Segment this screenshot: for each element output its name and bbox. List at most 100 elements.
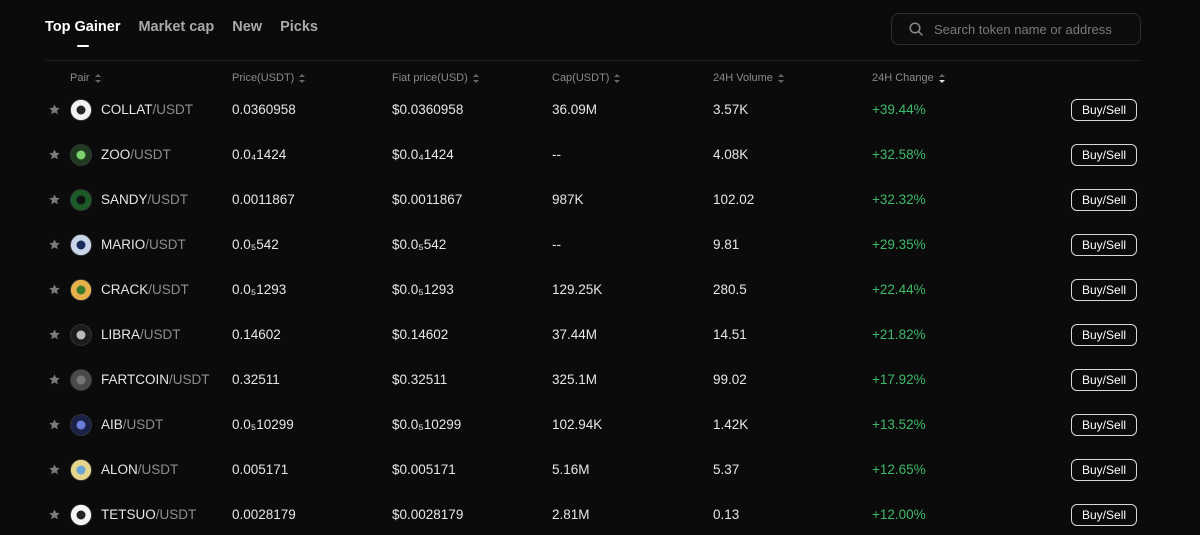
fiat-price-usd: $0.005171 — [392, 462, 456, 477]
favorite-star-icon[interactable] — [48, 222, 64, 267]
market-cap: 129.25K — [552, 282, 603, 297]
column-header-fiat-price[interactable]: Fiat price(USD) — [392, 72, 479, 84]
buy-sell-button[interactable]: Buy/Sell — [1071, 458, 1138, 481]
buy-sell-button[interactable]: Buy/Sell — [1071, 413, 1138, 436]
buy-sell-button[interactable]: Buy/Sell — [1071, 188, 1138, 211]
action-cell: Buy/Sell — [1071, 87, 1138, 132]
table-row[interactable]: SANDY/USDT 0.0011867 $0.0011867 987K 102.02 +… — [0, 177, 1200, 222]
table-row[interactable]: COLLAT/USDT 0.0360958 $0.0360958 36.09M 3.57… — [0, 87, 1200, 132]
buy-sell-button[interactable]: Buy/Sell — [1071, 323, 1138, 346]
favorite-star-icon[interactable] — [48, 357, 64, 402]
search-icon — [909, 22, 923, 36]
column-header-pair[interactable]: Pair — [70, 72, 101, 84]
change-24h: +39.44% — [872, 102, 926, 117]
search-input[interactable] — [932, 20, 1136, 38]
sort-icon — [94, 73, 101, 83]
market-cap: 5.16M — [552, 462, 590, 477]
table-row[interactable]: CRACK/USDT 0.0₅1293 $0.0₅1293 129.25K 280.5 +… — [0, 267, 1200, 312]
action-cell: Buy/Sell — [1071, 492, 1138, 535]
table-row[interactable]: ALON/USDT 0.005171 $0.005171 5.16M 5.37 +12.6… — [0, 447, 1200, 492]
sort-desc-icon — [938, 73, 945, 83]
pair-name[interactable]: TETSUO/USDT — [101, 492, 196, 535]
sort-icon — [472, 73, 479, 83]
action-cell: Buy/Sell — [1071, 402, 1138, 447]
fiat-price-usd: $0.0₅542 — [392, 237, 447, 252]
column-header-price[interactable]: Price(USDT) — [232, 72, 306, 84]
table-row[interactable]: LIBRA/USDT 0.14602 $0.14602 37.44M 14.51 +21.… — [0, 312, 1200, 357]
pair-name[interactable]: ALON/USDT — [101, 447, 178, 492]
change-24h: +22.44% — [872, 282, 926, 297]
fiat-price-usd: $0.0₅10299 — [392, 417, 462, 432]
favorite-star-icon[interactable] — [48, 267, 64, 312]
favorite-star-icon[interactable] — [48, 492, 64, 535]
quote-symbol: /USDT — [137, 462, 179, 477]
sandy-token-icon — [70, 177, 92, 222]
tab-market-cap[interactable]: Market cap — [138, 19, 214, 41]
pair-name[interactable]: COLLAT/USDT — [101, 87, 193, 132]
tab-new[interactable]: New — [232, 19, 262, 41]
buy-sell-button[interactable]: Buy/Sell — [1071, 368, 1138, 391]
pair-name[interactable]: FARTCOIN/USDT — [101, 357, 210, 402]
volume-24h: 102.02 — [713, 192, 755, 207]
aib-token-icon — [70, 402, 92, 447]
change-24h: +29.35% — [872, 237, 926, 252]
buy-sell-button[interactable]: Buy/Sell — [1071, 503, 1138, 526]
volume-24h: 99.02 — [713, 372, 747, 387]
fiat-price-usd: $0.0011867 — [392, 192, 463, 207]
favorite-star-icon[interactable] — [48, 132, 64, 177]
pair-name[interactable]: SANDY/USDT — [101, 177, 188, 222]
action-cell: Buy/Sell — [1071, 132, 1138, 177]
change-24h: +13.52% — [872, 417, 926, 432]
column-label-cap: Cap(USDT) — [552, 72, 610, 84]
table-row[interactable]: TETSUO/USDT 0.0028179 $0.0028179 2.81M 0.13 +… — [0, 492, 1200, 535]
favorite-star-icon[interactable] — [48, 177, 64, 222]
table-row[interactable]: MARIO/USDT 0.0₅542 $0.0₅542 -- 9.81 +29.35% Bu… — [0, 222, 1200, 267]
table-row[interactable]: ZOO/USDT 0.0₄1424 $0.0₄1424 -- 4.08K +32.58% B… — [0, 132, 1200, 177]
quote-symbol: /USDT — [148, 282, 189, 297]
buy-sell-button[interactable]: Buy/Sell — [1071, 233, 1138, 256]
pair-name[interactable]: CRACK/USDT — [101, 267, 189, 312]
pair-name[interactable]: LIBRA/USDT — [101, 312, 181, 357]
fiat-price-usd: $0.0028179 — [392, 507, 464, 522]
pair-name[interactable]: AIB/USDT — [101, 402, 163, 447]
buy-sell-button[interactable]: Buy/Sell — [1071, 278, 1138, 301]
favorite-star-icon[interactable] — [48, 447, 64, 492]
quote-symbol: /USDT — [140, 327, 181, 342]
tab-top-gainer[interactable]: Top Gainer — [45, 19, 120, 41]
quote-symbol: /USDT — [152, 102, 194, 117]
favorite-star-icon[interactable] — [48, 312, 64, 357]
column-label-pair: Pair — [70, 72, 90, 84]
action-cell: Buy/Sell — [1071, 312, 1138, 357]
price-usdt: 0.0₅1293 — [232, 282, 287, 297]
buy-sell-button[interactable]: Buy/Sell — [1071, 143, 1138, 166]
volume-24h: 5.37 — [713, 462, 740, 477]
table-row[interactable]: FARTCOIN/USDT 0.32511 $0.32511 325.1M 99.02 +… — [0, 357, 1200, 402]
pair-name[interactable]: ZOO/USDT — [101, 132, 171, 177]
fiat-price-usd: $0.0₄1424 — [392, 147, 454, 162]
fiat-price-usd: $0.14602 — [392, 327, 449, 342]
buy-sell-button[interactable]: Buy/Sell — [1071, 98, 1138, 121]
column-header-volume[interactable]: 24H Volume — [713, 72, 784, 84]
sort-icon — [614, 73, 621, 83]
header-divider — [45, 60, 1141, 61]
change-24h: +32.58% — [872, 147, 926, 162]
volume-24h: 3.57K — [713, 102, 749, 117]
fiat-price-usd: $0.32511 — [392, 372, 448, 387]
column-header-change[interactable]: 24H Change — [872, 72, 945, 84]
column-label-fiat-price: Fiat price(USD) — [392, 72, 468, 84]
favorite-star-icon[interactable] — [48, 402, 64, 447]
tab-picks[interactable]: Picks — [280, 19, 318, 41]
market-cap: 37.44M — [552, 327, 598, 342]
column-header-cap[interactable]: Cap(USDT) — [552, 72, 621, 84]
volume-24h: 9.81 — [713, 237, 740, 252]
quote-symbol: /USDT — [145, 237, 186, 252]
table-header: Pair Price(USDT) Fiat price(USD) Cap(USD… — [0, 72, 1200, 88]
action-cell: Buy/Sell — [1071, 447, 1138, 492]
table-row[interactable]: AIB/USDT 0.0₅10299 $0.0₅10299 102.94K 1.42K +… — [0, 402, 1200, 447]
search-box[interactable] — [891, 13, 1141, 45]
base-symbol: MARIO — [101, 237, 146, 252]
crack-token-icon — [70, 267, 92, 312]
fartcoin-token-icon — [70, 357, 92, 402]
pair-name[interactable]: MARIO/USDT — [101, 222, 186, 267]
favorite-star-icon[interactable] — [48, 87, 64, 132]
